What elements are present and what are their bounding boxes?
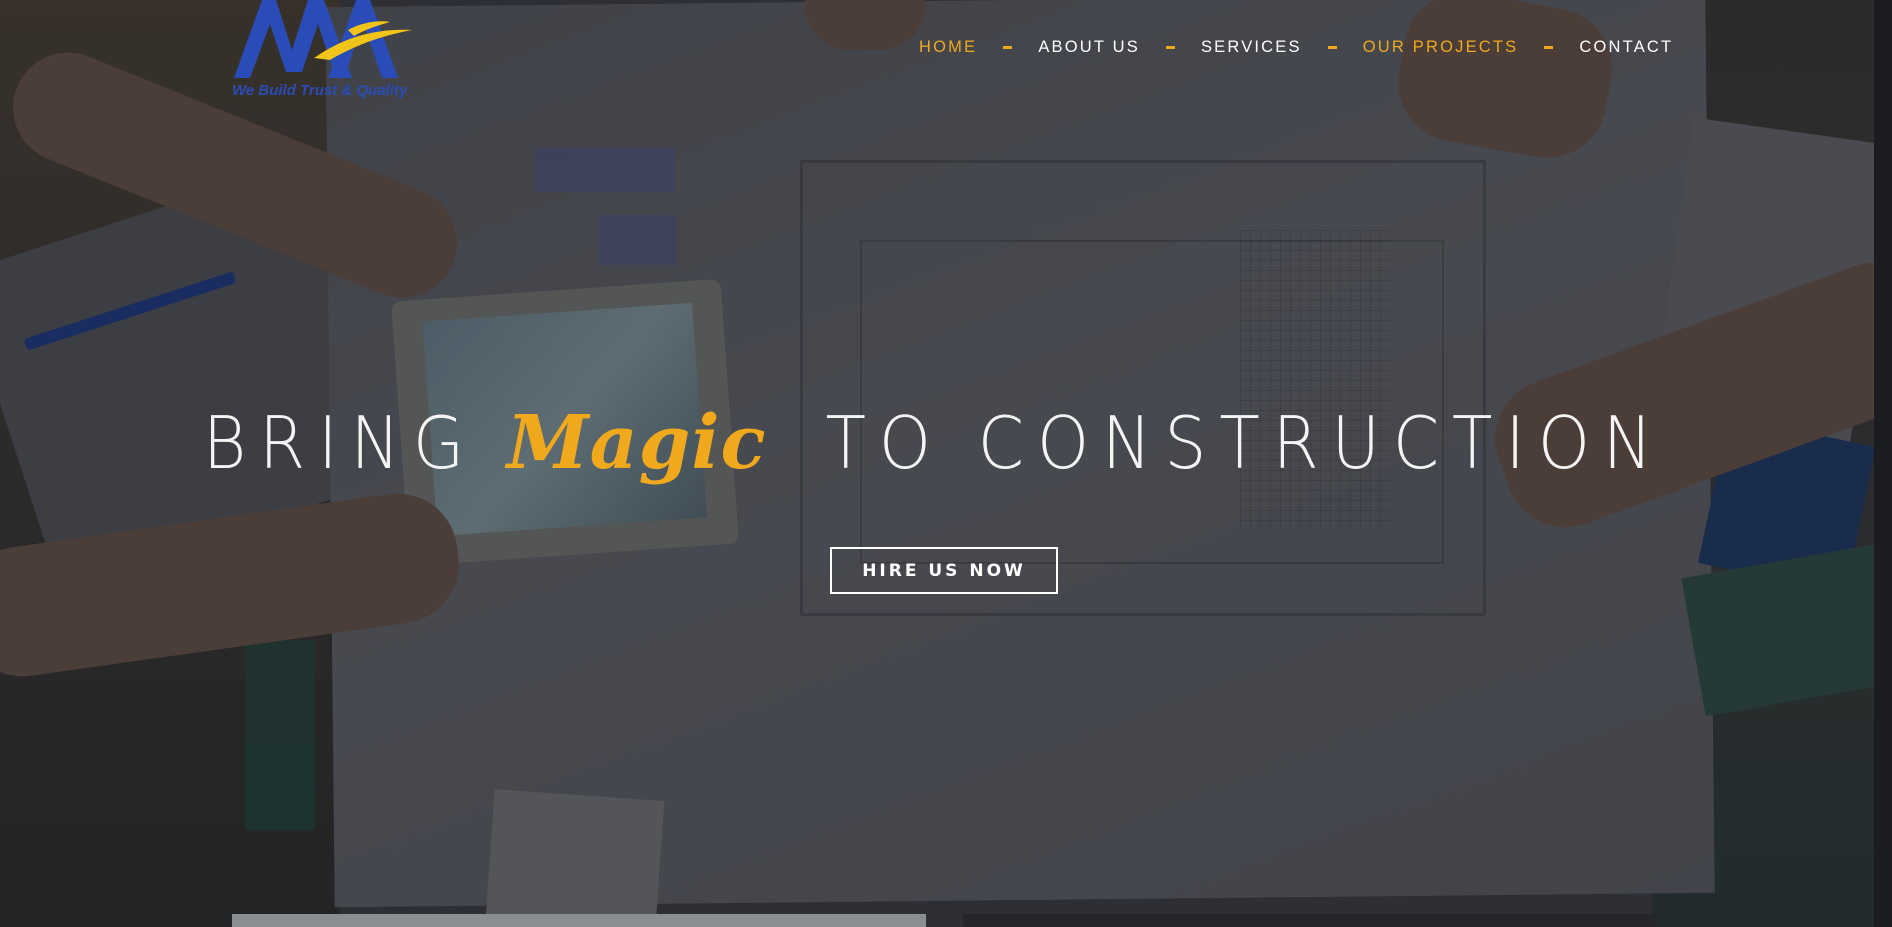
nav-item-about-us[interactable]: ABOUT US — [1038, 38, 1140, 57]
headline-accent-word: Magic — [506, 400, 767, 486]
nav-item-contact[interactable]: CONTACT — [1579, 38, 1673, 57]
nav-separator — [1327, 46, 1337, 49]
logo-mark-icon — [234, 0, 412, 78]
nav-item-home[interactable]: HOME — [919, 38, 977, 57]
hero-section: We Build Trust & Quality HOME ABOUT US S… — [0, 0, 1892, 927]
main-navigation: HOME ABOUT US SERVICES OUR PROJECTS CONT… — [919, 38, 1673, 57]
site-logo[interactable]: We Build Trust & Quality — [230, 0, 420, 104]
headline-part-2: TO CONSTRUCTION — [825, 401, 1665, 485]
hero-headline: BRING Magic TO CONSTRUCTION — [0, 400, 1892, 486]
content-card-top-edge — [963, 914, 1657, 927]
nav-item-services[interactable]: SERVICES — [1201, 38, 1302, 57]
headline-part-1: BRING — [202, 401, 477, 485]
nav-item-our-projects[interactable]: OUR PROJECTS — [1363, 38, 1519, 57]
logo-tagline: We Build Trust & Quality — [232, 82, 408, 99]
nav-separator — [1544, 46, 1554, 49]
nav-separator — [1165, 46, 1175, 49]
content-card-top-edge — [232, 914, 926, 927]
nav-separator — [1003, 46, 1013, 49]
hire-us-button[interactable]: HIRE US NOW — [830, 547, 1058, 594]
